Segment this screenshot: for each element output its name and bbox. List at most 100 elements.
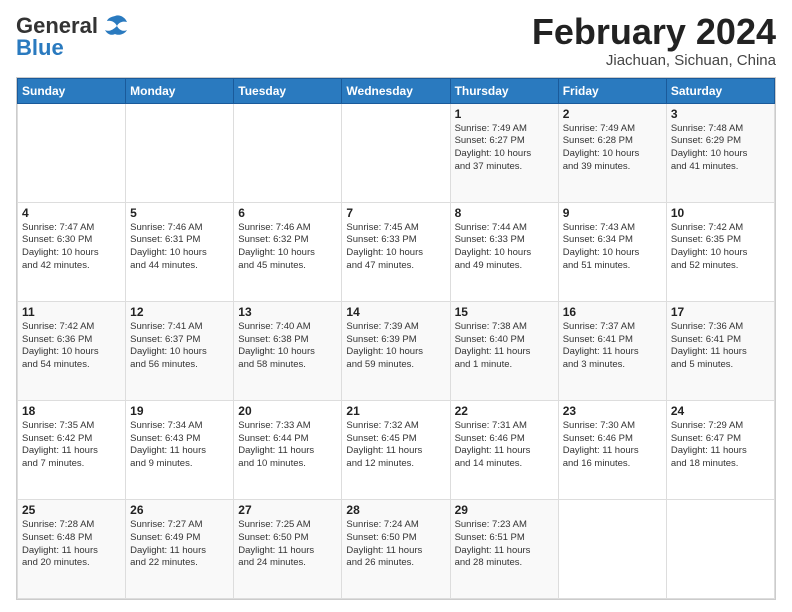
- day-number: 4: [22, 206, 121, 220]
- day-info: Sunrise: 7:30 AM Sunset: 6:46 PM Dayligh…: [563, 420, 662, 471]
- day-info: Sunrise: 7:48 AM Sunset: 6:29 PM Dayligh…: [671, 123, 770, 174]
- calendar-cell: 27 Sunrise: 7:25 AM Sunset: 6:50 PM Dayli…: [234, 499, 342, 598]
- weekday-tuesday: Tuesday: [234, 78, 342, 103]
- day-number: 27: [238, 503, 337, 517]
- day-number: 29: [455, 503, 554, 517]
- day-number: 21: [346, 404, 445, 418]
- day-info: Sunrise: 7:40 AM Sunset: 6:38 PM Dayligh…: [238, 321, 337, 372]
- calendar-cell: 12 Sunrise: 7:41 AM Sunset: 6:37 PM Dayli…: [126, 301, 234, 400]
- day-info: Sunrise: 7:31 AM Sunset: 6:46 PM Dayligh…: [455, 420, 554, 471]
- day-number: 13: [238, 305, 337, 319]
- calendar-cell: 18 Sunrise: 7:35 AM Sunset: 6:42 PM Dayli…: [18, 400, 126, 499]
- month-title: February 2024: [532, 12, 776, 52]
- day-number: 15: [455, 305, 554, 319]
- day-number: 10: [671, 206, 770, 220]
- calendar-cell: 7 Sunrise: 7:45 AM Sunset: 6:33 PM Daylig…: [342, 202, 450, 301]
- calendar-cell: [558, 499, 666, 598]
- calendar-cell: 2 Sunrise: 7:49 AM Sunset: 6:28 PM Daylig…: [558, 103, 666, 202]
- calendar-cell: [126, 103, 234, 202]
- day-info: Sunrise: 7:37 AM Sunset: 6:41 PM Dayligh…: [563, 321, 662, 372]
- calendar-cell: [18, 103, 126, 202]
- weekday-monday: Monday: [126, 78, 234, 103]
- week-row-1: 4 Sunrise: 7:47 AM Sunset: 6:30 PM Daylig…: [18, 202, 775, 301]
- calendar-cell: 1 Sunrise: 7:49 AM Sunset: 6:27 PM Daylig…: [450, 103, 558, 202]
- calendar-cell: 15 Sunrise: 7:38 AM Sunset: 6:40 PM Dayli…: [450, 301, 558, 400]
- weekday-row: SundayMondayTuesdayWednesdayThursdayFrid…: [18, 78, 775, 103]
- day-number: 11: [22, 305, 121, 319]
- calendar-cell: 8 Sunrise: 7:44 AM Sunset: 6:33 PM Daylig…: [450, 202, 558, 301]
- day-number: 9: [563, 206, 662, 220]
- day-info: Sunrise: 7:38 AM Sunset: 6:40 PM Dayligh…: [455, 321, 554, 372]
- day-number: 5: [130, 206, 229, 220]
- weekday-sunday: Sunday: [18, 78, 126, 103]
- day-info: Sunrise: 7:44 AM Sunset: 6:33 PM Dayligh…: [455, 222, 554, 273]
- calendar-body: 1 Sunrise: 7:49 AM Sunset: 6:27 PM Daylig…: [18, 103, 775, 598]
- day-number: 26: [130, 503, 229, 517]
- calendar-cell: 17Sunrise: 7:36 AM Sunset: 6:41 PM Dayli…: [666, 301, 774, 400]
- day-number: 25: [22, 503, 121, 517]
- calendar-cell: 14Sunrise: 7:39 AM Sunset: 6:39 PM Dayli…: [342, 301, 450, 400]
- day-number: 19: [130, 404, 229, 418]
- day-info: Sunrise: 7:43 AM Sunset: 6:34 PM Dayligh…: [563, 222, 662, 273]
- day-number: 22: [455, 404, 554, 418]
- day-info: Sunrise: 7:41 AM Sunset: 6:37 PM Dayligh…: [130, 321, 229, 372]
- calendar-cell: 11 Sunrise: 7:42 AM Sunset: 6:36 PM Dayli…: [18, 301, 126, 400]
- day-info: Sunrise: 7:32 AM Sunset: 6:45 PM Dayligh…: [346, 420, 445, 471]
- day-number: 2: [563, 107, 662, 121]
- calendar-cell: 25 Sunrise: 7:28 AM Sunset: 6:48 PM Dayli…: [18, 499, 126, 598]
- day-number: 1: [455, 107, 554, 121]
- calendar-cell: 6 Sunrise: 7:46 AM Sunset: 6:32 PM Daylig…: [234, 202, 342, 301]
- day-info: Sunrise: 7:35 AM Sunset: 6:42 PM Dayligh…: [22, 420, 121, 471]
- day-info: Sunrise: 7:47 AM Sunset: 6:30 PM Dayligh…: [22, 222, 121, 273]
- day-info: Sunrise: 7:36 AM Sunset: 6:41 PM Dayligh…: [671, 321, 770, 372]
- day-info: Sunrise: 7:42 AM Sunset: 6:35 PM Dayligh…: [671, 222, 770, 273]
- week-row-2: 11 Sunrise: 7:42 AM Sunset: 6:36 PM Dayli…: [18, 301, 775, 400]
- day-info: Sunrise: 7:25 AM Sunset: 6:50 PM Dayligh…: [238, 519, 337, 570]
- day-number: 14: [346, 305, 445, 319]
- calendar-cell: 9 Sunrise: 7:43 AM Sunset: 6:34 PM Daylig…: [558, 202, 666, 301]
- day-info: Sunrise: 7:28 AM Sunset: 6:48 PM Dayligh…: [22, 519, 121, 570]
- calendar-header: SundayMondayTuesdayWednesdayThursdayFrid…: [18, 78, 775, 103]
- logo-blue-text: Blue: [16, 36, 129, 60]
- title-block: February 2024 Jiachuan, Sichuan, China: [532, 12, 776, 69]
- calendar-cell: 23Sunrise: 7:30 AM Sunset: 6:46 PM Dayli…: [558, 400, 666, 499]
- day-info: Sunrise: 7:49 AM Sunset: 6:28 PM Dayligh…: [563, 123, 662, 174]
- day-info: Sunrise: 7:46 AM Sunset: 6:31 PM Dayligh…: [130, 222, 229, 273]
- day-info: Sunrise: 7:45 AM Sunset: 6:33 PM Dayligh…: [346, 222, 445, 273]
- day-info: Sunrise: 7:29 AM Sunset: 6:47 PM Dayligh…: [671, 420, 770, 471]
- calendar-cell: 3 Sunrise: 7:48 AM Sunset: 6:29 PM Daylig…: [666, 103, 774, 202]
- calendar-cell: 16 Sunrise: 7:37 AM Sunset: 6:41 PM Dayli…: [558, 301, 666, 400]
- calendar-cell: 13 Sunrise: 7:40 AM Sunset: 6:38 PM Dayli…: [234, 301, 342, 400]
- day-info: Sunrise: 7:23 AM Sunset: 6:51 PM Dayligh…: [455, 519, 554, 570]
- calendar-cell: 28Sunrise: 7:24 AM Sunset: 6:50 PM Dayli…: [342, 499, 450, 598]
- day-number: 18: [22, 404, 121, 418]
- day-number: 16: [563, 305, 662, 319]
- calendar-cell: 5 Sunrise: 7:46 AM Sunset: 6:31 PM Daylig…: [126, 202, 234, 301]
- day-number: 20: [238, 404, 337, 418]
- day-number: 24: [671, 404, 770, 418]
- day-number: 7: [346, 206, 445, 220]
- day-number: 12: [130, 305, 229, 319]
- day-number: 8: [455, 206, 554, 220]
- calendar-cell: 26 Sunrise: 7:27 AM Sunset: 6:49 PM Dayli…: [126, 499, 234, 598]
- day-number: 6: [238, 206, 337, 220]
- day-info: Sunrise: 7:27 AM Sunset: 6:49 PM Dayligh…: [130, 519, 229, 570]
- calendar-cell: 4 Sunrise: 7:47 AM Sunset: 6:30 PM Daylig…: [18, 202, 126, 301]
- day-info: Sunrise: 7:33 AM Sunset: 6:44 PM Dayligh…: [238, 420, 337, 471]
- day-number: 3: [671, 107, 770, 121]
- calendar-cell: 20 Sunrise: 7:33 AM Sunset: 6:44 PM Dayli…: [234, 400, 342, 499]
- day-info: Sunrise: 7:46 AM Sunset: 6:32 PM Dayligh…: [238, 222, 337, 273]
- calendar-cell: 10 Sunrise: 7:42 AM Sunset: 6:35 PM Dayli…: [666, 202, 774, 301]
- calendar-cell: 22 Sunrise: 7:31 AM Sunset: 6:46 PM Dayli…: [450, 400, 558, 499]
- week-row-4: 25 Sunrise: 7:28 AM Sunset: 6:48 PM Dayli…: [18, 499, 775, 598]
- day-info: Sunrise: 7:49 AM Sunset: 6:27 PM Dayligh…: [455, 123, 554, 174]
- location: Jiachuan, Sichuan, China: [532, 52, 776, 69]
- page: General Blue February 2024 Jiachuan, Sic…: [0, 0, 792, 612]
- weekday-thursday: Thursday: [450, 78, 558, 103]
- calendar-cell: 29 Sunrise: 7:23 AM Sunset: 6:51 PM Dayli…: [450, 499, 558, 598]
- day-number: 28: [346, 503, 445, 517]
- weekday-friday: Friday: [558, 78, 666, 103]
- day-info: Sunrise: 7:34 AM Sunset: 6:43 PM Dayligh…: [130, 420, 229, 471]
- day-info: Sunrise: 7:42 AM Sunset: 6:36 PM Dayligh…: [22, 321, 121, 372]
- calendar-cell: [342, 103, 450, 202]
